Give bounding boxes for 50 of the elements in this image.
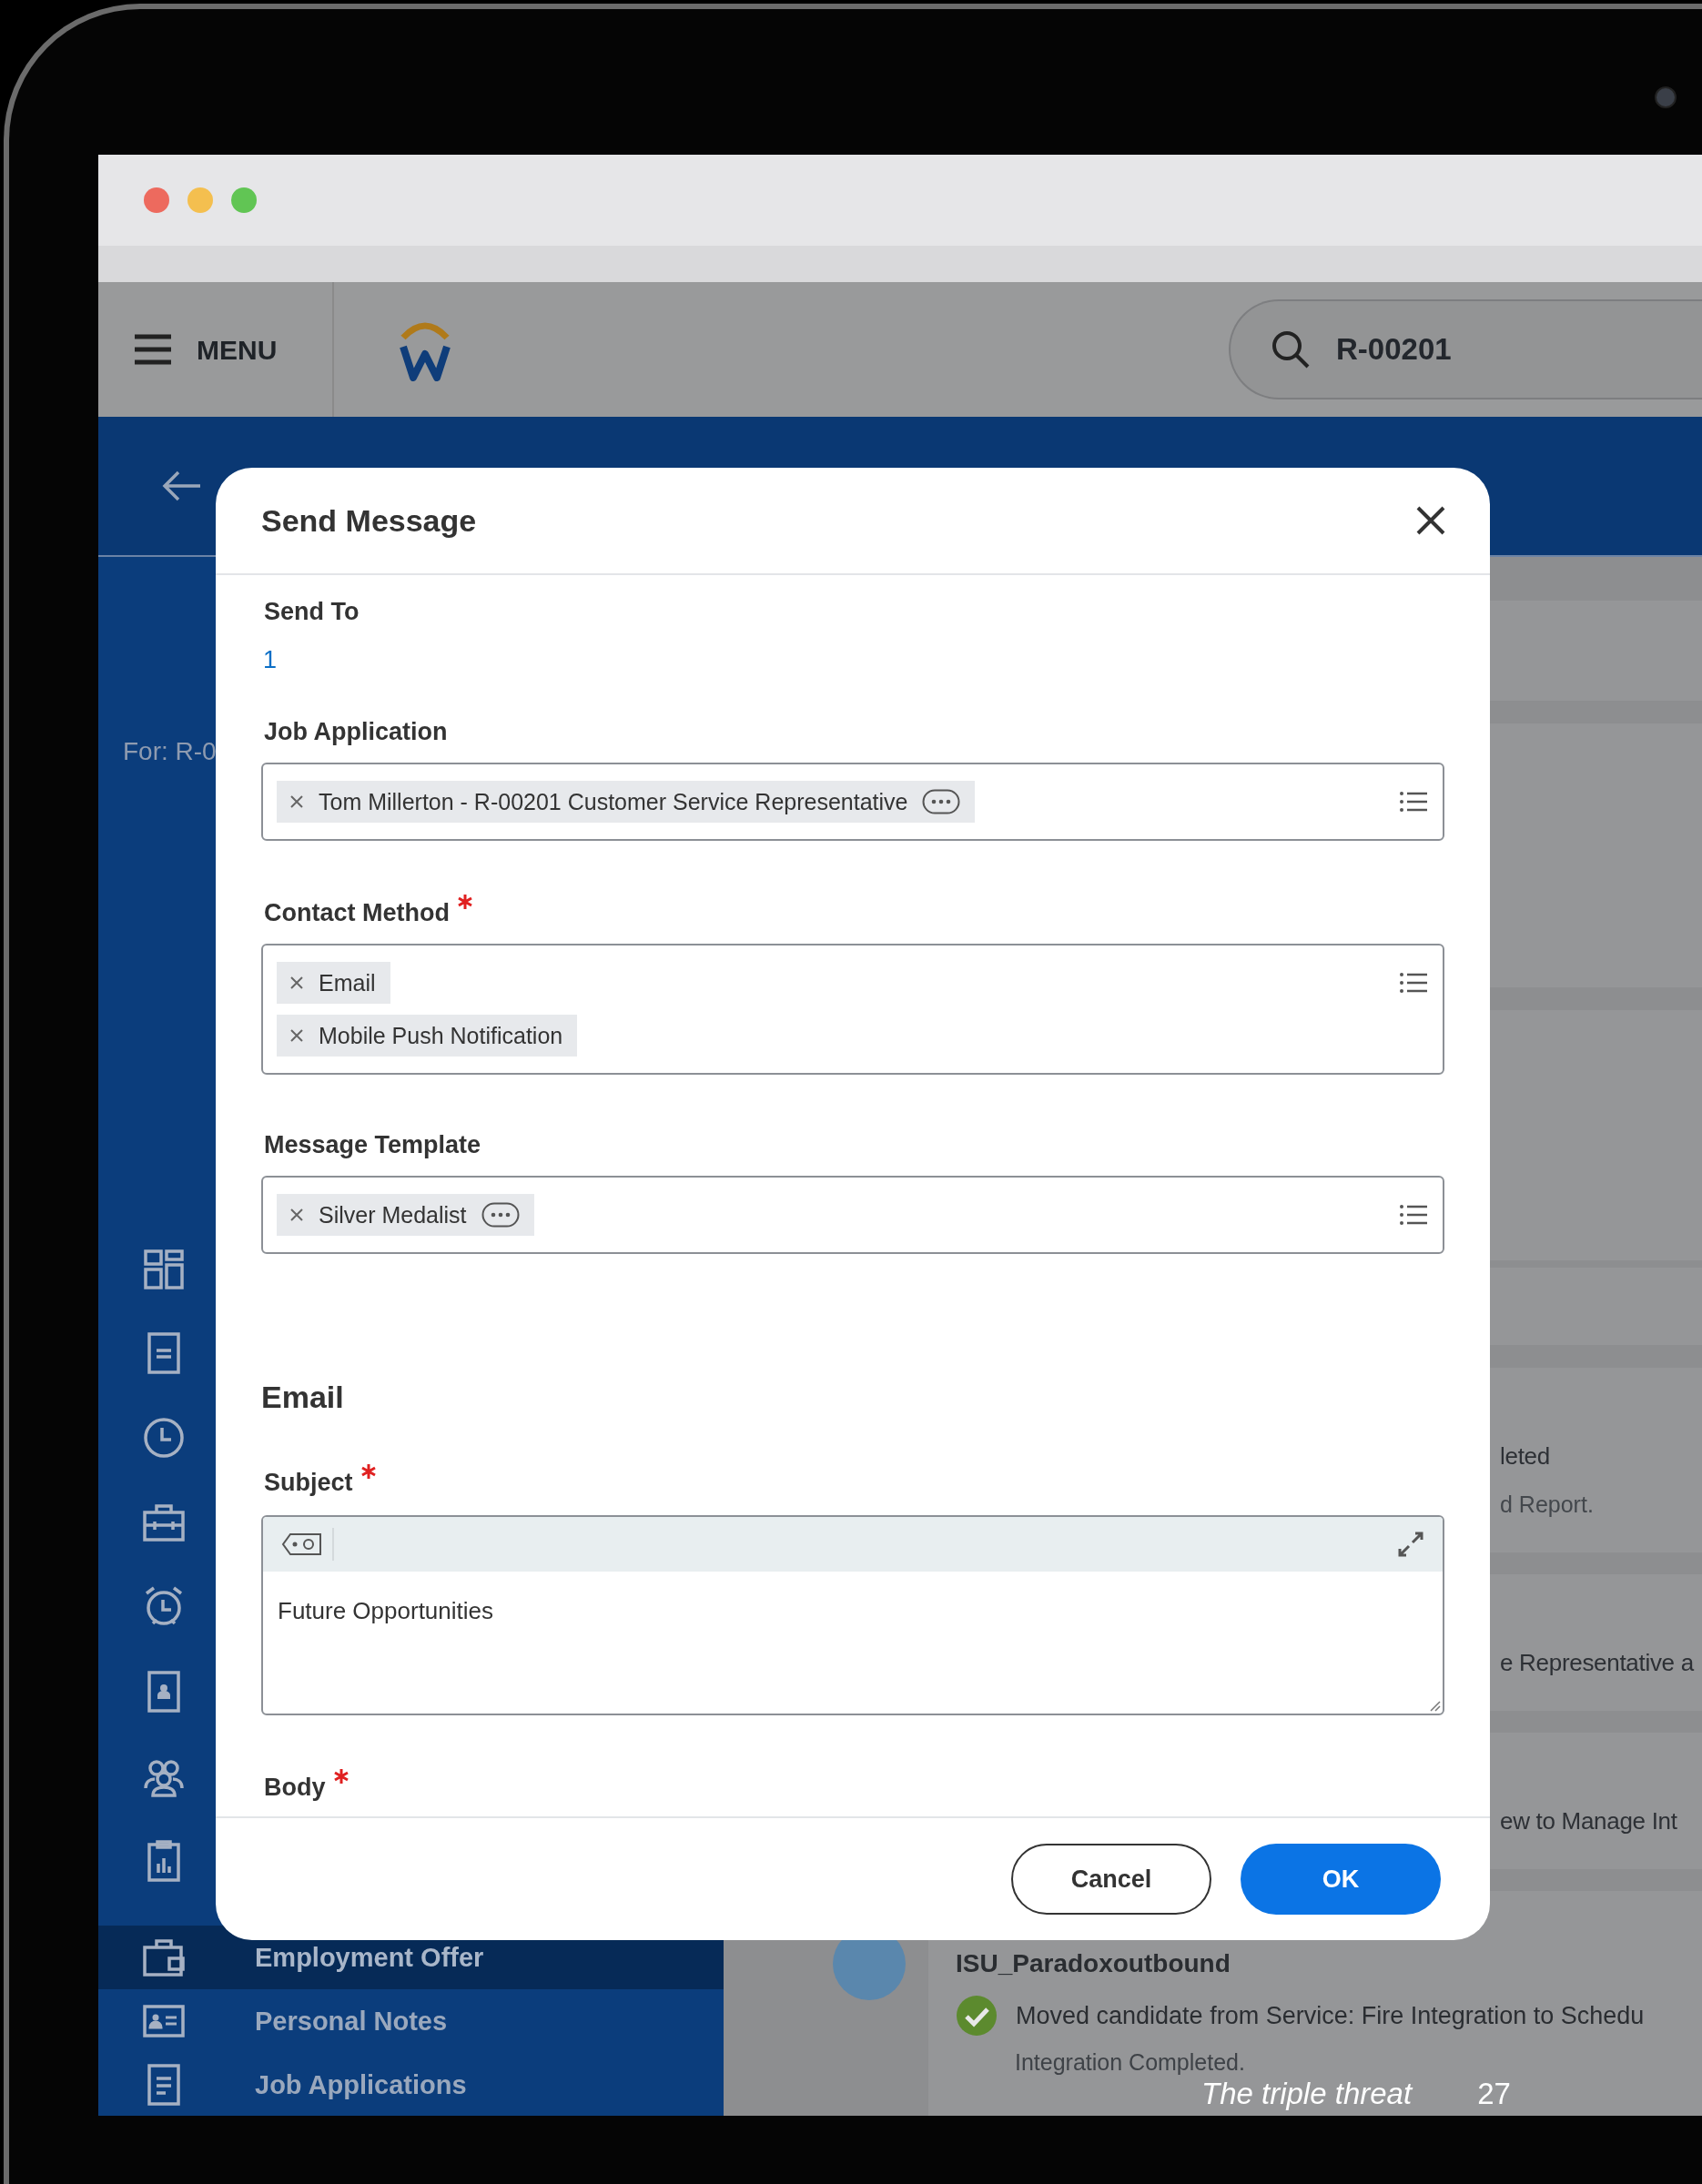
cancel-button[interactable]: Cancel (1011, 1844, 1211, 1915)
field-label: Body (264, 1775, 326, 1800)
record-label: For: R-0 (123, 736, 218, 767)
more-options-icon[interactable] (922, 789, 961, 814)
activity-title: e Representative a (1500, 1651, 1696, 1674)
recipient-count-link[interactable]: 1 (263, 648, 278, 672)
activity-detail: d Report. (1500, 1493, 1595, 1516)
selected-item-chip: Mobile Push Notification (277, 1015, 578, 1057)
search-field[interactable]: R-00201 (1229, 299, 1702, 399)
sidebar-item[interactable]: Job Applications (98, 2053, 724, 2116)
more-options-icon[interactable] (481, 1202, 520, 1228)
field-label: Subject (264, 1471, 353, 1495)
activity-detail: Integration Completed. (1015, 2051, 1245, 2074)
sidebar-item[interactable]: Personal Notes (98, 1989, 724, 2053)
list-icon[interactable] (1399, 971, 1428, 995)
subject-value: Future Opportunities (278, 1597, 493, 1624)
field-label: Send To (264, 600, 360, 624)
activity-source: ISU_Paradoxoutbound (956, 1951, 1231, 1977)
activity-title: leted (1500, 1444, 1551, 1468)
activity-title: ew to Manage Int (1500, 1809, 1678, 1833)
expand-icon[interactable] (1397, 1531, 1424, 1558)
multiselect-field[interactable]: Tom Millerton - R-00201 Customer Service Representative (261, 763, 1444, 841)
selected-item-chip: Tom Millerton - R-00201 Customer Service Representative (277, 781, 976, 823)
back-arrow-icon[interactable] (162, 470, 202, 502)
remove-icon[interactable] (289, 1028, 304, 1043)
section-heading: Email (261, 1381, 345, 1412)
remove-icon[interactable] (289, 1208, 304, 1222)
activity-message: Moved candidate from Service: Fire Integration to Schedu (1016, 2003, 1645, 2028)
selected-item-chip: Email (277, 962, 390, 1004)
field-label: Contact Method (264, 901, 450, 925)
field-label: Message Template (264, 1133, 481, 1158)
search-icon (1271, 329, 1311, 369)
menu-icon (133, 334, 173, 365)
multiselect-field[interactable]: Silver Medalist (261, 1176, 1444, 1254)
remove-icon[interactable] (289, 794, 304, 809)
subject-text-area[interactable]: Future Opportunities (261, 1515, 1444, 1715)
multiselect-field[interactable]: Email Mobile Push Notification (261, 944, 1444, 1075)
slide-footer-title: The triple threat (1201, 2076, 1413, 2112)
slide-page-number: 27 (1477, 2076, 1511, 2112)
field-label: Job Application (264, 720, 448, 744)
ok-button[interactable]: OK (1241, 1844, 1441, 1915)
remove-icon[interactable] (289, 976, 304, 990)
close-icon[interactable] (1415, 505, 1446, 536)
dialog-title: Send Message (261, 501, 477, 540)
resize-grip-icon[interactable] (1428, 1699, 1441, 1712)
search-value: R-00201 (1336, 331, 1452, 369)
tag-icon[interactable] (281, 1532, 323, 1556)
selected-item-chip: Silver Medalist (277, 1194, 534, 1236)
list-icon[interactable] (1399, 790, 1428, 814)
list-icon[interactable] (1399, 1203, 1428, 1227)
